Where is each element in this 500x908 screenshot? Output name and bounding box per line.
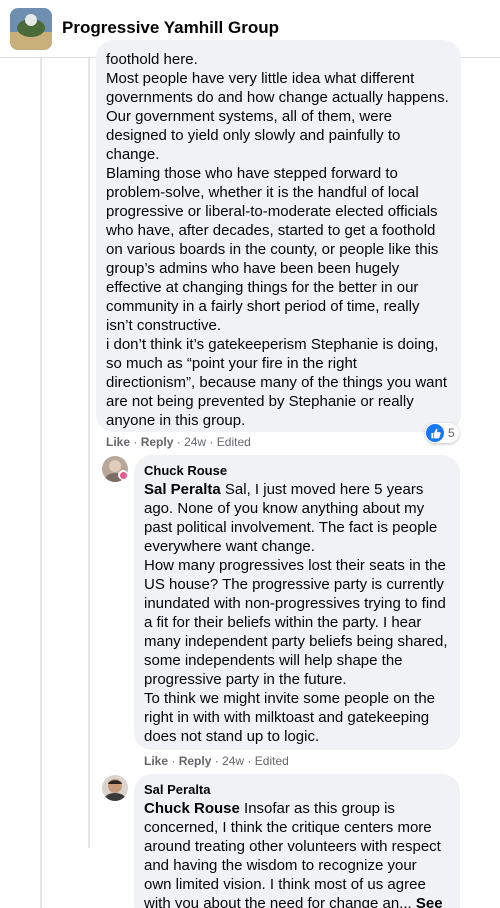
comment-text: Sal Peralta Sal, I just moved here 5 yea…	[144, 480, 448, 746]
reply-link[interactable]: Reply	[141, 435, 174, 449]
comment-timestamp[interactable]: 24w	[222, 754, 244, 768]
reaction-count: 5	[448, 426, 455, 440]
like-link[interactable]: Like	[144, 754, 168, 768]
edited-label: Edited	[216, 435, 251, 449]
mention-link[interactable]: Chuck Rouse	[144, 800, 240, 817]
comment-author[interactable]: Chuck Rouse	[144, 463, 448, 479]
reaction-summary[interactable]: 5	[425, 423, 459, 443]
comment-bubble: Chuck Rouse Sal Peralta Sal, I just move…	[134, 455, 460, 750]
status-badge-icon	[118, 470, 128, 480]
comment-bubble: foothold here. Most people have very lit…	[96, 40, 461, 432]
comment-actions: Like · Reply · 24w · Edited	[144, 754, 289, 768]
thread-line	[40, 58, 42, 908]
like-reaction-icon	[426, 424, 444, 442]
comment-text: foothold here. Most people have very lit…	[106, 50, 449, 430]
comment-paragraph: i don’t think it’s gatekeeperism Stephan…	[106, 336, 448, 429]
group-avatar[interactable]	[10, 8, 52, 50]
comment-timestamp[interactable]: 24w	[184, 435, 206, 449]
group-title[interactable]: Progressive Yamhill Group	[62, 18, 279, 38]
user-avatar-icon	[102, 775, 128, 801]
comment-paragraph: How many progressives lost their seats i…	[144, 557, 448, 688]
comment-cut-line: foothold here.	[106, 51, 198, 68]
comment-bubble: Sal Peralta Chuck Rouse Insofar as this …	[134, 774, 460, 908]
thread-line	[88, 58, 90, 848]
like-link[interactable]: Like	[106, 435, 130, 449]
reply-link[interactable]: Reply	[179, 754, 212, 768]
edited-label: Edited	[254, 754, 289, 768]
group-logo-icon	[10, 8, 52, 50]
comment-paragraph: Blaming those who have stepped forward t…	[106, 165, 439, 334]
comment-author[interactable]: Sal Peralta	[144, 782, 448, 798]
avatar[interactable]	[102, 775, 128, 801]
comment-text: Chuck Rouse Insofar as this group is con…	[144, 799, 448, 908]
mention-link[interactable]: Sal Peralta	[144, 481, 221, 498]
comment-actions: Like · Reply · 24w · Edited	[106, 435, 251, 449]
comment-paragraph: Most people have very little idea what d…	[106, 70, 449, 163]
comment-paragraph: To think we might invite some people on …	[144, 690, 435, 745]
